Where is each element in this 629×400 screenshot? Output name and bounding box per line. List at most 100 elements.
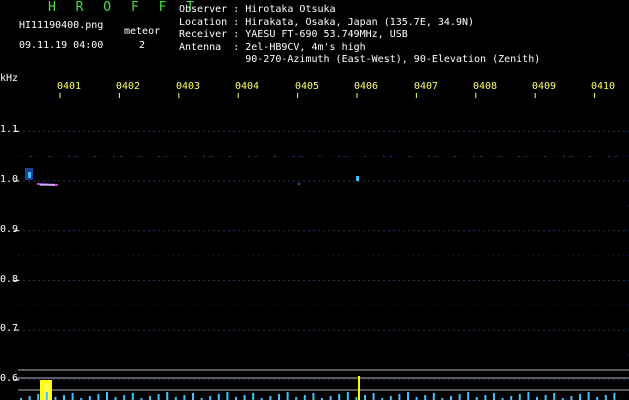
strength-noise — [432, 393, 435, 400]
strength-noise — [243, 395, 246, 400]
noise-dot — [589, 156, 591, 157]
x-tick-label: 0409 — [532, 81, 557, 92]
noise-dot — [75, 156, 77, 157]
tick-markers — [14, 93, 596, 381]
noise-dot — [68, 156, 70, 157]
strength-noise — [286, 392, 289, 400]
strength-noise — [192, 393, 194, 400]
strength-noise — [579, 394, 581, 400]
noise-dot — [435, 156, 437, 157]
y-tick-label: 0.9 — [0, 224, 19, 235]
info-receiver: Receiver : YAESU FT-690 53.749MHz, USB — [179, 29, 408, 40]
strength-noise — [71, 393, 74, 400]
strength-noise — [63, 395, 65, 400]
info-direction: 90-270-Azimuth (East-West), 90-Elevation… — [245, 54, 541, 65]
strength-noise — [372, 393, 375, 400]
noise-dot — [608, 156, 610, 157]
strength-noise — [252, 393, 255, 400]
noise-dot — [300, 156, 302, 157]
y-tick-label: 1.1 — [0, 124, 19, 135]
noise-dot — [120, 156, 122, 157]
strength-noise — [278, 394, 280, 400]
strength-noise — [467, 392, 470, 400]
noise-dot — [184, 156, 186, 157]
strength-noise — [226, 392, 229, 400]
timestamp: 09.11.19 04:00 — [19, 40, 104, 51]
strength-noise — [458, 394, 461, 400]
strength-noise — [518, 394, 521, 400]
strength-noise — [544, 395, 547, 400]
strength-noise — [123, 395, 126, 400]
signal-strength-panel — [18, 369, 629, 400]
y-tick-label: 0.6 — [0, 373, 19, 384]
strength-noise — [28, 396, 31, 400]
y-tick-label: 0.8 — [0, 274, 19, 285]
y-tick-label: 1.0 — [0, 174, 19, 185]
noise-dot — [454, 156, 456, 157]
strength-noise — [484, 395, 487, 400]
strength-noise — [604, 395, 607, 400]
strength-noise — [398, 394, 401, 400]
noise-dot — [139, 156, 141, 157]
strength-noise — [37, 394, 40, 400]
noise-dot — [364, 156, 366, 157]
noise-dot — [248, 156, 250, 157]
noise-dot — [499, 156, 501, 157]
noise-dot — [525, 156, 527, 157]
strength-noise — [493, 393, 495, 400]
strength-noise — [88, 396, 91, 400]
strength-noise — [338, 394, 341, 400]
noise-dot — [570, 156, 572, 157]
strength-noise — [389, 396, 392, 400]
noise-dot — [338, 156, 340, 157]
x-tick-label: 0405 — [295, 81, 320, 92]
strength-noise — [209, 396, 212, 400]
strength-noise — [149, 396, 151, 400]
noise-dot — [544, 156, 546, 157]
strength-noise — [106, 392, 108, 400]
noise-dot — [274, 156, 276, 157]
strength-noise — [424, 395, 427, 400]
strength-noise — [613, 393, 616, 400]
meteor-label: meteor — [124, 26, 161, 37]
x-tick-label: 0408 — [473, 81, 498, 92]
info-observer: Observer : Hirotaka Otsuka — [179, 4, 336, 15]
strength-bar — [358, 376, 360, 400]
noise-dot — [518, 156, 520, 157]
strength-noise — [570, 396, 573, 400]
x-tick-label: 0402 — [116, 81, 141, 92]
signal-blip — [298, 183, 300, 185]
strength-noise — [510, 396, 513, 400]
strength-noise — [157, 394, 160, 400]
x-tick-label: 0410 — [591, 81, 616, 92]
noise-dot — [345, 156, 347, 157]
noise-dot — [319, 156, 321, 157]
signal-blip — [356, 176, 359, 181]
strength-noise — [183, 395, 186, 400]
strength-noise — [527, 392, 530, 400]
strength-noise — [303, 395, 306, 400]
station-info: Observer : Hirotaka Otsuka Location : Hi… — [179, 4, 540, 67]
app-title: H R O F F T — [48, 0, 201, 15]
signal-blip — [28, 172, 31, 178]
noise-dot — [383, 156, 385, 157]
strength-noise — [45, 392, 48, 400]
strength-noise — [131, 393, 134, 400]
strength-noise — [166, 392, 169, 400]
x-tick-label: 0403 — [176, 81, 201, 92]
strength-noise — [269, 396, 272, 400]
strength-noise — [329, 396, 332, 400]
x-tick-label: 0407 — [414, 81, 439, 92]
strength-noise — [553, 393, 556, 400]
strength-noise — [450, 396, 452, 400]
image-filename: HI11190400.png — [19, 20, 104, 31]
strength-noise — [346, 392, 349, 400]
strength-noise — [312, 393, 315, 400]
noise-dot — [428, 156, 430, 157]
strength-noise — [407, 392, 409, 400]
strength-noise — [587, 392, 590, 400]
noise-dot — [229, 156, 231, 157]
noise-dot — [255, 156, 257, 157]
noise-dot — [409, 156, 411, 157]
y-tick-label: 0.7 — [0, 323, 19, 334]
